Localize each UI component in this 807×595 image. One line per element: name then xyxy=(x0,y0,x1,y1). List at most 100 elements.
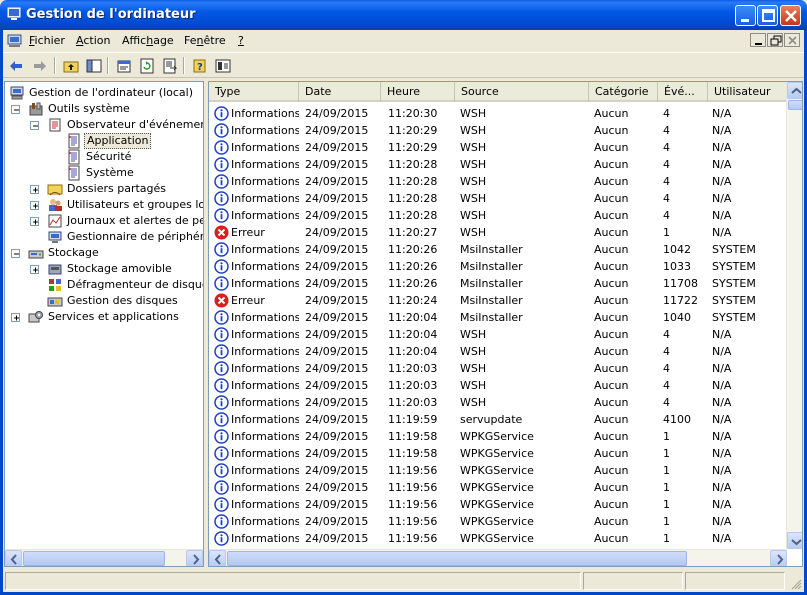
table-row[interactable]: Erreur 24/09/2015 11:20:27 WSH Aucun 1 N/A xyxy=(209,224,787,241)
table-row[interactable]: Informations 24/09/2015 11:20:04 WSH Aucun 4 N… xyxy=(209,343,787,360)
table-row[interactable]: Informations 24/09/2015 11:20:30 WSH Aucun 4 N… xyxy=(209,105,787,122)
child-restore-button[interactable] xyxy=(767,33,783,47)
child-minimize-button[interactable] xyxy=(750,33,766,47)
cell-source: MsiInstaller xyxy=(460,311,523,324)
menu-fichier[interactable]: Fichier xyxy=(29,34,65,47)
list-vertical-scrollbar[interactable] xyxy=(786,82,802,549)
resize-grip-icon[interactable] xyxy=(790,578,802,590)
column-type[interactable]: Type xyxy=(209,82,299,102)
cell-event: 4 xyxy=(663,328,670,341)
tree-minus-expander[interactable] xyxy=(11,249,20,258)
table-row[interactable]: Informations 24/09/2015 11:20:26 MsiInstall… xyxy=(209,275,787,292)
table-row[interactable]: Informations 24/09/2015 11:19:56 WPKGServic… xyxy=(209,513,787,530)
computer-icon xyxy=(10,86,24,100)
chevron-down-icon xyxy=(791,539,802,546)
console-tree[interactable]: Gestion de l'ordinateur (local) Outils sy… xyxy=(4,81,204,567)
refresh-button[interactable] xyxy=(137,56,157,75)
column-category[interactable]: Catégorie xyxy=(589,82,658,102)
table-row[interactable]: Informations 24/09/2015 11:20:29 WSH Aucun 4 N… xyxy=(209,122,787,139)
scroll-thumb[interactable] xyxy=(23,551,165,566)
cell-event: 11722 xyxy=(663,294,698,307)
table-row[interactable]: Informations 24/09/2015 11:19:56 WPKGServic… xyxy=(209,530,787,547)
table-row[interactable]: Erreur 24/09/2015 11:20:24 MsiInstaller Aucu… xyxy=(209,292,787,309)
event-list[interactable]: Type Date Heure Source Catégorie Évé... … xyxy=(208,81,803,567)
scroll-left-button[interactable] xyxy=(209,550,226,566)
scroll-down-button[interactable] xyxy=(787,532,802,549)
table-row[interactable]: Informations 24/09/2015 11:20:04 MsiInstall… xyxy=(209,309,787,326)
table-row[interactable]: Informations 24/09/2015 11:20:03 WSH Aucun 4 N… xyxy=(209,394,787,411)
tree-minus-expander[interactable] xyxy=(11,105,20,114)
cell-user: N/A xyxy=(712,345,732,358)
cell-type: Informations xyxy=(231,209,299,222)
column-source[interactable]: Source xyxy=(455,82,589,102)
cell-time: 11:20:30 xyxy=(388,107,438,120)
cell-user: N/A xyxy=(712,481,732,494)
forward-button[interactable] xyxy=(30,56,50,75)
export-list-button[interactable] xyxy=(160,56,180,75)
tree-plus-expander[interactable] xyxy=(11,313,20,322)
list-horizontal-scrollbar[interactable] xyxy=(209,549,787,566)
tree-plus-expander[interactable] xyxy=(30,201,39,210)
table-row[interactable]: Informations 24/09/2015 11:19:58 WPKGServic… xyxy=(209,445,787,462)
tree-plus-expander[interactable] xyxy=(30,265,39,274)
tree-item-label: Défragmenteur de disque xyxy=(67,278,204,291)
table-row[interactable]: Informations 24/09/2015 11:20:28 WSH Aucun 4 N… xyxy=(209,173,787,190)
cell-date: 24/09/2015 xyxy=(305,481,369,494)
help-button[interactable]: ? xyxy=(190,56,210,75)
tree-minus-expander[interactable] xyxy=(30,121,39,130)
menu-help[interactable]: ? xyxy=(238,34,244,47)
tree-plus-expander[interactable] xyxy=(30,185,39,194)
tree-plus-expander[interactable] xyxy=(30,217,39,226)
scroll-thumb[interactable] xyxy=(227,551,687,566)
cell-category: Aucun xyxy=(594,532,629,545)
table-row[interactable]: Informations 24/09/2015 11:19:56 WPKGServic… xyxy=(209,479,787,496)
cell-time: 11:19:58 xyxy=(388,430,438,443)
toolbar: ? xyxy=(3,52,804,78)
show-hide-tree-button[interactable] xyxy=(84,56,104,75)
table-row[interactable]: Informations 24/09/2015 11:19:58 WPKGServic… xyxy=(209,428,787,445)
table-row[interactable]: Informations 24/09/2015 11:20:28 WSH Aucun 4 N… xyxy=(209,190,787,207)
table-row[interactable]: Informations 24/09/2015 11:20:28 WSH Aucun 4 N… xyxy=(209,207,787,224)
cell-date: 24/09/2015 xyxy=(305,277,369,290)
cell-type: Erreur xyxy=(231,294,265,307)
cell-date: 24/09/2015 xyxy=(305,464,369,477)
table-row[interactable]: Informations 24/09/2015 11:20:29 WSH Aucun 4 N… xyxy=(209,139,787,156)
table-row[interactable]: Informations 24/09/2015 11:20:26 MsiInstall… xyxy=(209,258,787,275)
close-button[interactable] xyxy=(780,5,801,26)
table-row[interactable]: Informations 24/09/2015 11:19:56 WPKGServic… xyxy=(209,496,787,513)
scroll-right-button[interactable] xyxy=(770,550,787,566)
table-row[interactable]: Informations 24/09/2015 11:20:03 WSH Aucun 4 N… xyxy=(209,360,787,377)
cell-date: 24/09/2015 xyxy=(305,209,369,222)
cell-user: N/A xyxy=(712,192,732,205)
console-document-icon[interactable] xyxy=(7,33,23,49)
tree-horizontal-scrollbar[interactable] xyxy=(5,549,203,566)
column-event[interactable]: Évé... xyxy=(658,82,708,102)
back-button[interactable] xyxy=(6,56,26,75)
menu-fenetre[interactable]: Fenêtre xyxy=(184,34,226,47)
table-row[interactable]: Informations 24/09/2015 11:20:04 WSH Aucun 4 N… xyxy=(209,326,787,343)
menu-action[interactable]: Action xyxy=(76,34,110,47)
column-date[interactable]: Date xyxy=(299,82,381,102)
column-user[interactable]: Utilisateur xyxy=(708,82,787,102)
up-level-button[interactable] xyxy=(61,56,81,75)
scroll-thumb[interactable] xyxy=(788,100,802,110)
scroll-up-button[interactable] xyxy=(787,82,802,99)
column-time[interactable]: Heure xyxy=(381,82,455,102)
table-row[interactable]: Informations 24/09/2015 11:19:56 WPKGServic… xyxy=(209,462,787,479)
menu-affichage[interactable]: Affichage xyxy=(122,34,174,47)
properties-button[interactable] xyxy=(114,56,134,75)
minimize-button[interactable] xyxy=(735,5,756,26)
title-bar[interactable]: Gestion de l'ordinateur xyxy=(0,0,807,30)
cell-category: Aucun xyxy=(594,515,629,528)
child-close-button[interactable] xyxy=(784,33,800,47)
console-tree-button[interactable] xyxy=(213,56,233,75)
table-row[interactable]: Informations 24/09/2015 11:20:28 WSH Aucun 4 N… xyxy=(209,156,787,173)
table-row[interactable]: Informations 24/09/2015 11:20:26 MsiInstall… xyxy=(209,241,787,258)
table-row[interactable]: Informations 24/09/2015 11:19:59 servupdate… xyxy=(209,411,787,428)
cell-time: 11:19:56 xyxy=(388,481,438,494)
maximize-button[interactable] xyxy=(757,5,778,26)
scroll-left-button[interactable] xyxy=(5,550,22,566)
table-row[interactable]: Informations 24/09/2015 11:20:03 WSH Aucun 4 N… xyxy=(209,377,787,394)
scroll-right-button[interactable] xyxy=(186,550,203,566)
cell-user: N/A xyxy=(712,107,732,120)
